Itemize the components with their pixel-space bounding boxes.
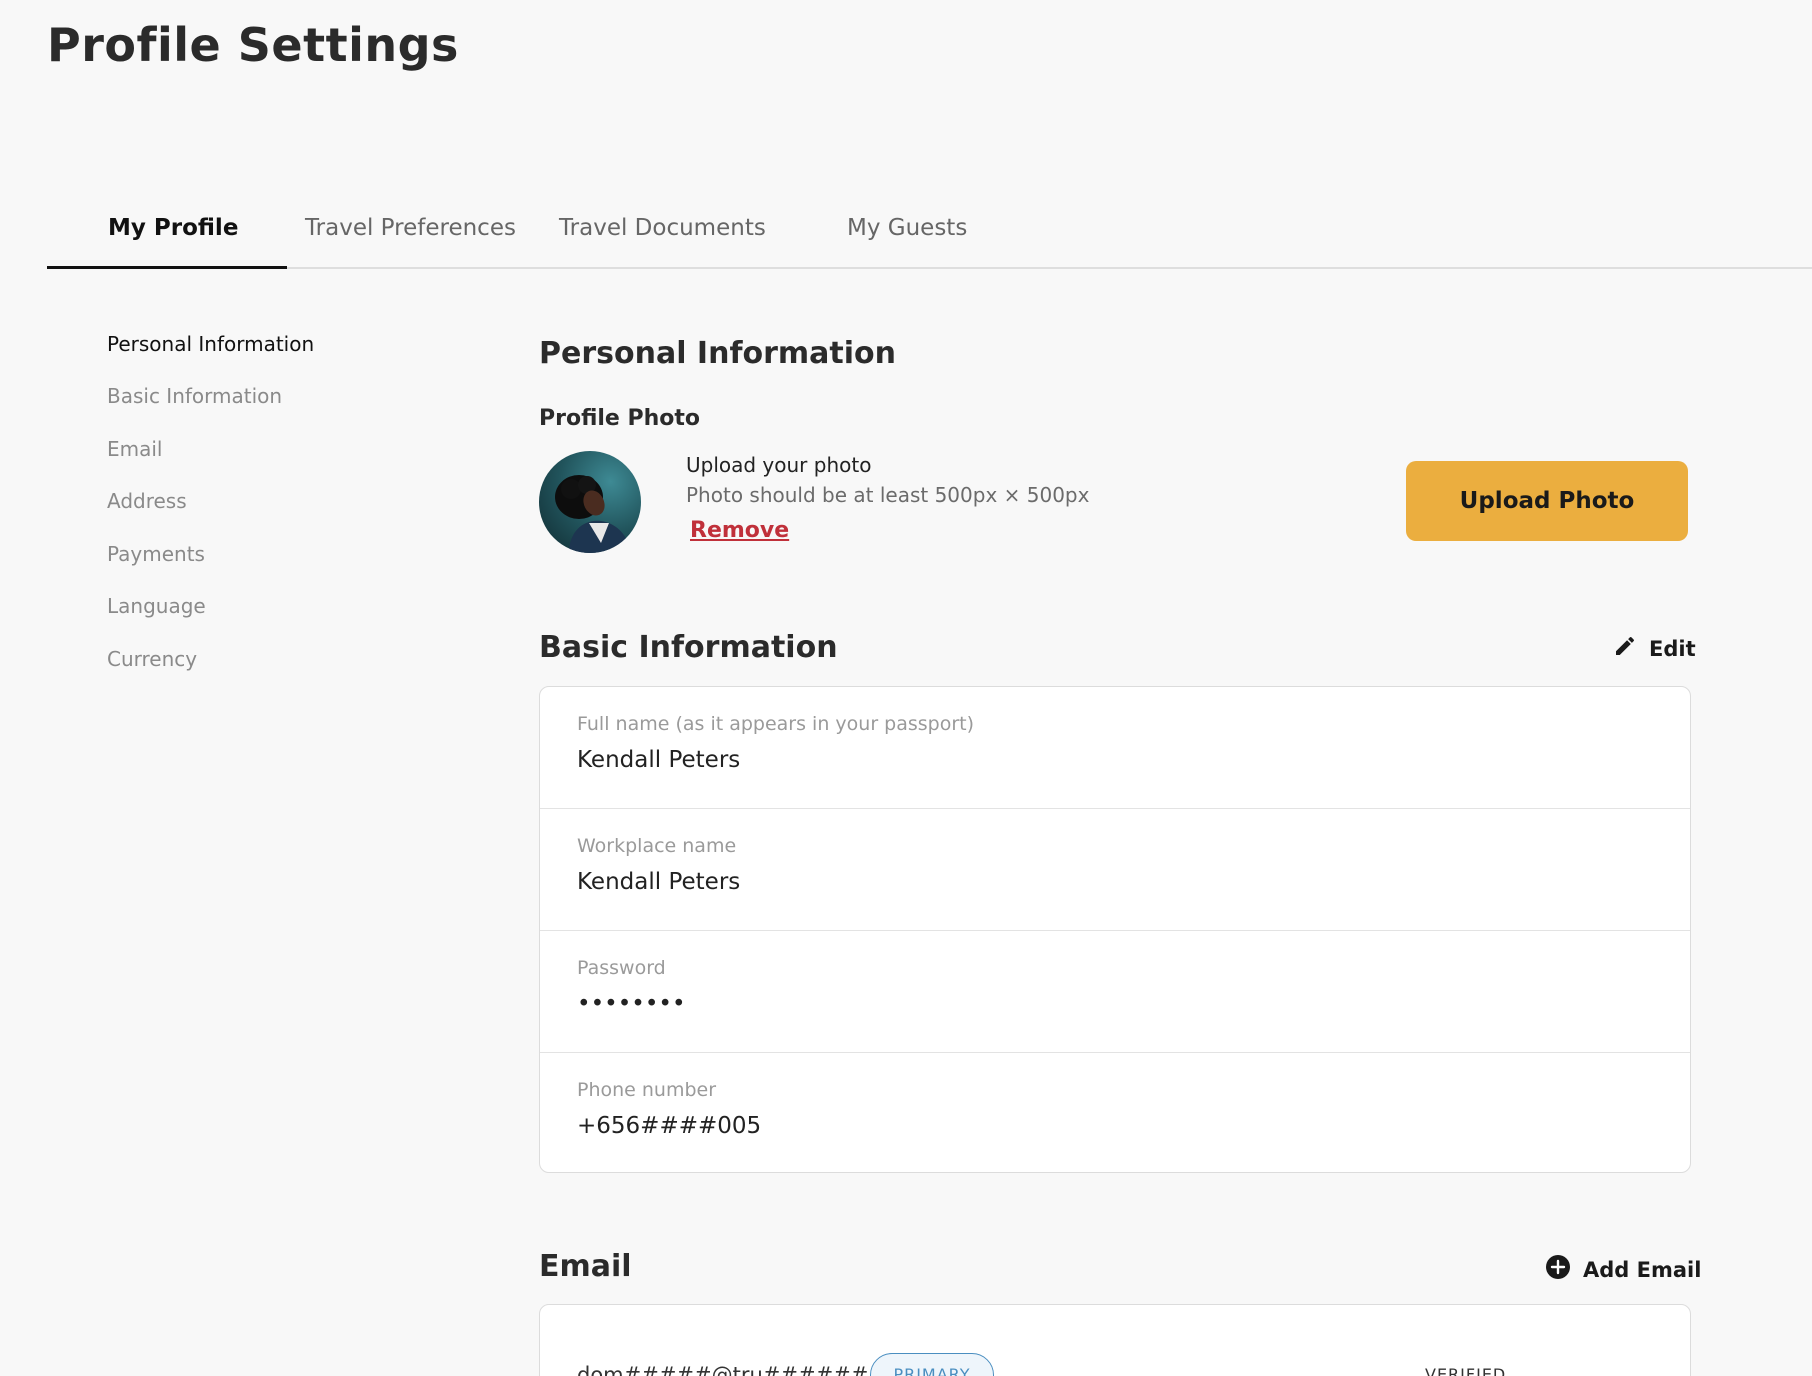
field-value: +656####005 [577, 1113, 762, 1139]
tab-travel-documents[interactable]: Travel Documents [559, 215, 766, 241]
plus-circle-icon [1545, 1254, 1571, 1285]
field-phone-number[interactable]: Phone number +656####005 [540, 1053, 1690, 1172]
field-label: Phone number [577, 1079, 717, 1101]
upload-photo-button[interactable]: Upload Photo [1406, 461, 1688, 541]
avatar [539, 451, 641, 553]
field-value: Kendall Peters [577, 747, 741, 773]
active-tab-indicator [47, 266, 287, 269]
field-password[interactable]: Password •••••••• [540, 931, 1690, 1053]
field-value: Kendall Peters [577, 869, 741, 895]
sidenav-item-basic-information[interactable]: Basic Information [107, 384, 282, 408]
edit-label: Edit [1649, 636, 1696, 661]
tab-travel-preferences[interactable]: Travel Preferences [305, 215, 516, 241]
field-label: Workplace name [577, 835, 737, 857]
field-full-name[interactable]: Full name (as it appears in your passpor… [540, 687, 1690, 809]
tab-bar: My Profile Travel Preferences Travel Doc… [47, 205, 1812, 269]
sidenav-item-address[interactable]: Address [107, 489, 187, 513]
field-label: Password [577, 957, 666, 979]
profile-settings-page: Profile Settings My Profile Travel Prefe… [0, 0, 1812, 1376]
email-section-title: Email [539, 1249, 632, 1284]
field-workplace-name[interactable]: Workplace name Kendall Peters [540, 809, 1690, 931]
sidenav-item-currency[interactable]: Currency [107, 647, 197, 671]
basic-information-title: Basic Information [539, 630, 838, 665]
email-card: dom#####@tru####### PRIMARY VERIFIED [539, 1304, 1691, 1376]
upload-photo-prompt: Upload your photo [686, 453, 872, 477]
avatar-portrait-image [555, 475, 631, 553]
tab-my-profile[interactable]: My Profile [108, 215, 238, 241]
add-email-button[interactable]: Add Email [1545, 1254, 1701, 1285]
profile-photo-title: Profile Photo [539, 406, 701, 431]
sidenav-item-personal-information[interactable]: Personal Information [107, 332, 314, 356]
pencil-icon [1613, 634, 1637, 663]
verified-status: VERIFIED [1425, 1365, 1507, 1376]
primary-badge: PRIMARY [870, 1353, 994, 1376]
personal-information-title: Personal Information [539, 336, 896, 371]
page-title: Profile Settings [47, 18, 459, 72]
sidenav-item-payments[interactable]: Payments [107, 542, 205, 566]
photo-size-requirement: Photo should be at least 500px × 500px [686, 483, 1090, 507]
tab-my-guests[interactable]: My Guests [847, 215, 967, 241]
email-address: dom#####@tru####### [577, 1363, 886, 1376]
basic-information-card: Full name (as it appears in your passpor… [539, 686, 1691, 1173]
edit-basic-information-button[interactable]: Edit [1613, 634, 1696, 663]
sidenav-item-language[interactable]: Language [107, 594, 206, 618]
field-value: •••••••• [577, 991, 686, 1017]
field-label: Full name (as it appears in your passpor… [577, 713, 975, 735]
add-email-label: Add Email [1583, 1257, 1702, 1282]
remove-photo-link[interactable]: Remove [690, 518, 789, 543]
sidenav-item-email[interactable]: Email [107, 437, 163, 461]
